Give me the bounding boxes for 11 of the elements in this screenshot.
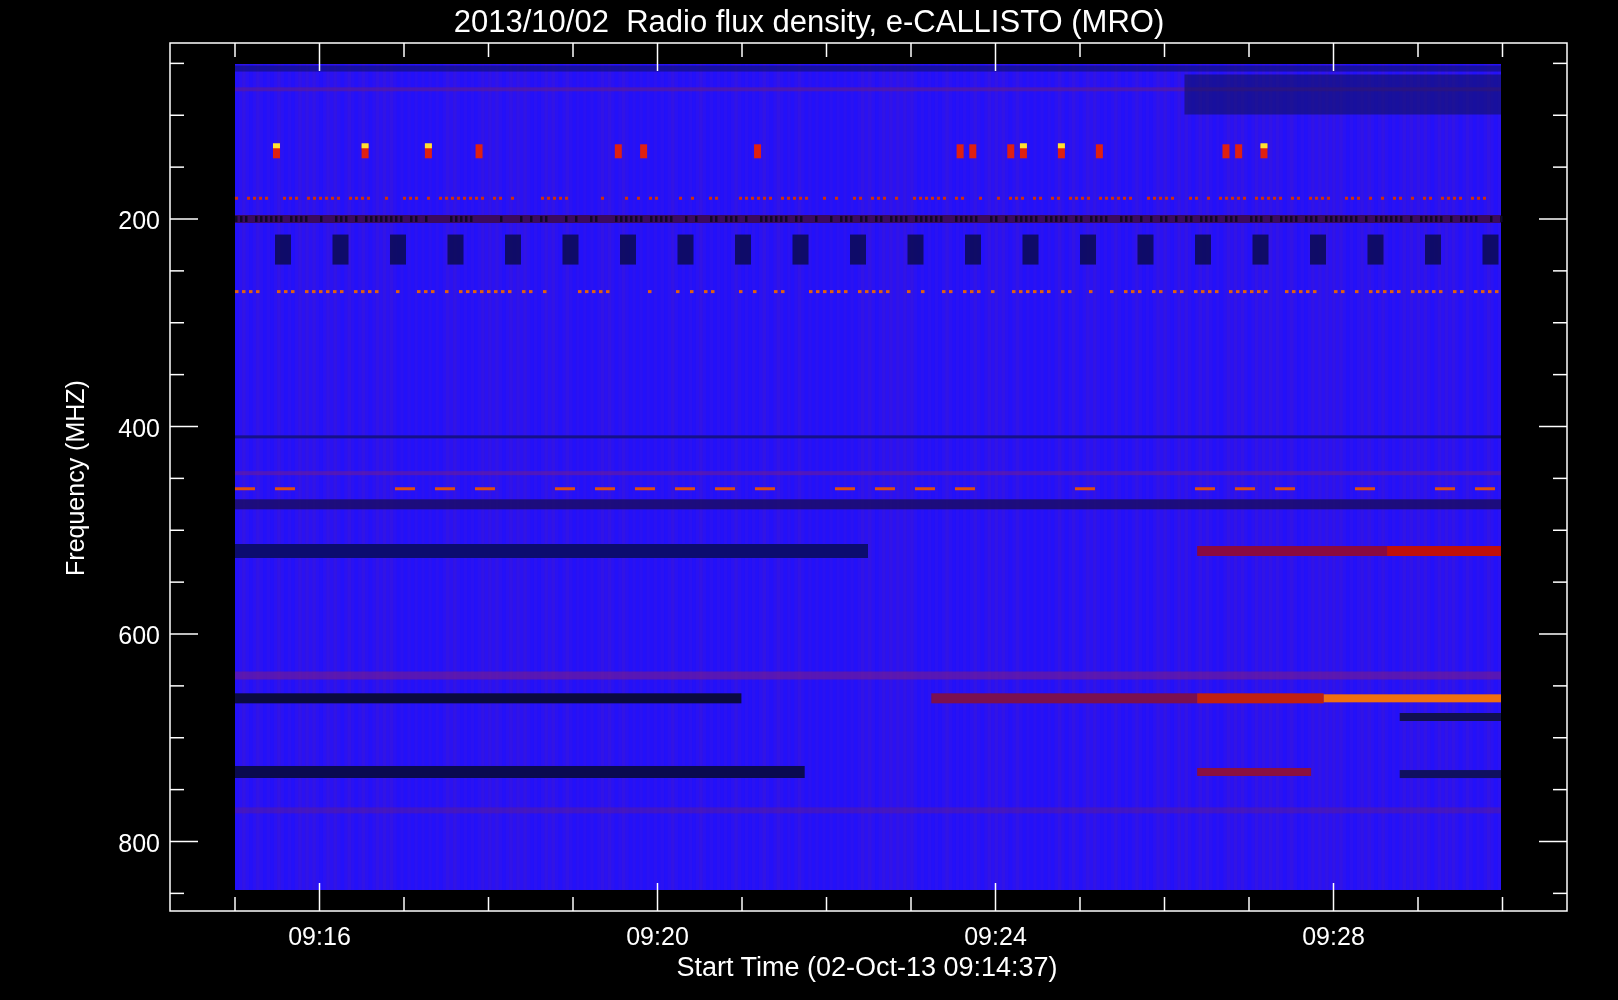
x-axis-label: Start Time (02-Oct-13 09:14:37) [676, 952, 1058, 982]
y-axis-label: Frequency (MHZ) [61, 380, 89, 576]
y-tick-label: 400 [118, 413, 160, 442]
y-tick-label: 800 [118, 828, 160, 857]
x-tick-label: 09:28 [1302, 922, 1365, 950]
y-tick-label: 600 [118, 621, 160, 649]
x-tick-label: 09:20 [626, 922, 689, 950]
x-tick-label: 09:16 [288, 922, 351, 950]
chart-title: 2013/10/02 Radio flux density, e-CALLISTO (MRO) [453, 4, 1165, 39]
y-tick-label: 200 [118, 206, 160, 234]
x-tick-label: 09:24 [964, 922, 1027, 950]
